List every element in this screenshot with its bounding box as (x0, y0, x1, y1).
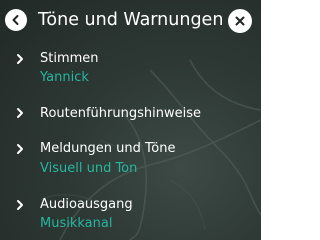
menu-item-value: Visuell und Ton (40, 161, 138, 176)
close-button[interactable] (228, 9, 252, 33)
back-button[interactable] (5, 9, 27, 31)
menu-item-label: Routenführungshinweise (40, 106, 201, 121)
chevron-right-icon (17, 54, 23, 64)
menu-item-meldungen-und-toene[interactable]: Meldungen und Töne Visuell und Ton (0, 138, 261, 178)
header: Töne und Warnungen (0, 0, 261, 40)
chevron-left-icon (12, 15, 19, 25)
menu-item-routenfuehrungshinweise[interactable]: Routenführungshinweise (0, 103, 261, 127)
close-icon (235, 16, 245, 26)
menu-item-value: Musikkanal (40, 216, 113, 231)
chevron-right-icon (17, 108, 23, 118)
menu-item-label: Audioausgang (40, 197, 133, 212)
page-title: Töne und Warnungen (38, 10, 224, 30)
menu-item-label: Stimmen (40, 51, 99, 66)
menu-item-stimmen[interactable]: Stimmen Yannick (0, 48, 261, 88)
menu-item-value: Yannick (40, 70, 89, 85)
chevron-right-icon (17, 200, 23, 210)
menu-item-label: Meldungen und Töne (40, 141, 176, 156)
chevron-right-icon (17, 144, 23, 154)
menu-item-audioausgang[interactable]: Audioausgang Musikkanal (0, 195, 261, 235)
settings-screen: Töne und Warnungen Stimmen Yannick Route… (0, 0, 261, 240)
